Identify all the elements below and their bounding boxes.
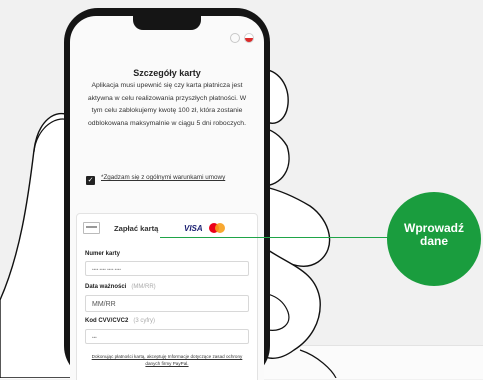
expiry-label: Data ważności (MM/RR) bbox=[85, 284, 156, 290]
cvv-input[interactable]: ••• bbox=[85, 329, 249, 344]
description-text: Aplikacja musi upewnić się czy karta pła… bbox=[87, 82, 247, 127]
payment-card-panel: Zapłać kartą VISA Numer karty •••• •••• … bbox=[76, 213, 258, 380]
callout-line2: dane bbox=[419, 233, 448, 248]
card-number-input[interactable]: •••• •••• •••• •••• bbox=[85, 261, 249, 276]
privacy-link[interactable]: Dokonując płatności kartą, akceptuję Inf… bbox=[89, 354, 245, 367]
phone-notch bbox=[133, 16, 201, 30]
callout-line bbox=[160, 237, 392, 238]
expiry-hint: (MM/RR) bbox=[131, 284, 156, 290]
callout-badge: Wprowadź dane bbox=[387, 192, 481, 286]
cvv-label: Kod CVV/CVC2 (3 cyfry) bbox=[85, 318, 156, 324]
card-icon bbox=[83, 222, 100, 234]
expiry-input[interactable]: MM/RR bbox=[85, 295, 249, 312]
cvv-hint: (3 cyfry) bbox=[133, 318, 156, 324]
consent-checkbox[interactable]: ✓ bbox=[86, 176, 95, 185]
phone: Szczegóły karty Aplikacja musi upewnić s… bbox=[64, 8, 270, 380]
page-title: Szczegóły karty bbox=[133, 68, 201, 78]
consent-label[interactable]: *Zgadzam się z ogólnymi warunkami umowy bbox=[101, 173, 231, 183]
right-wrist bbox=[299, 349, 337, 378]
phone-screen: Szczegóły karty Aplikacja musi upewnić s… bbox=[70, 16, 264, 380]
card-number-label: Numer karty bbox=[85, 251, 121, 257]
consent-row[interactable]: ✓ *Zgadzam się z ogólnymi warunkami umow… bbox=[86, 173, 231, 185]
mastercard-logo bbox=[208, 223, 225, 233]
top-bar bbox=[230, 33, 254, 43]
flag-icon[interactable] bbox=[244, 33, 254, 43]
payment-title: Zapłać kartą bbox=[114, 223, 159, 233]
visa-logo: VISA bbox=[184, 223, 203, 233]
callout-line1: Wprowadź bbox=[404, 221, 464, 235]
globe-icon[interactable] bbox=[230, 33, 240, 43]
payment-header: Zapłać kartą VISA bbox=[83, 221, 251, 235]
